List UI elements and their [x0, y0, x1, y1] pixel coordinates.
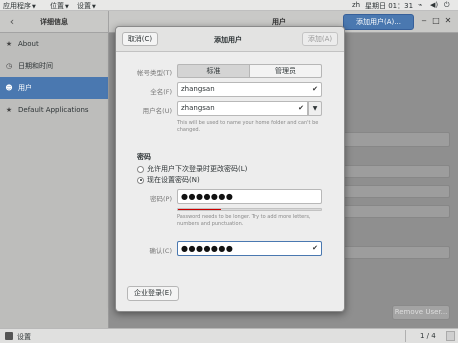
maximize-button[interactable]: □	[430, 15, 442, 27]
radio-label: 允许用户下次登录时更改密码(L)	[147, 165, 248, 173]
taskbar: 设置 1 / 4	[0, 328, 458, 343]
minimize-button[interactable]: ‒	[418, 15, 430, 27]
workspace-indicator[interactable]: 1 / 4	[420, 332, 436, 340]
password-label: 密码(P)	[150, 195, 172, 203]
background-field	[342, 246, 450, 259]
background-field	[342, 205, 450, 218]
sidebar-item-label: Default Applications	[18, 106, 89, 114]
dialog-title: 添加用户	[214, 36, 242, 44]
sidebar: ★ About ◷ 日期和时间 ☻ 用户 ★ Default Applicati…	[0, 33, 109, 328]
check-icon: ✔	[312, 244, 318, 252]
username-value: zhangsan	[181, 104, 215, 112]
check-icon: ✔	[298, 104, 304, 112]
close-icon: ✕	[444, 16, 452, 25]
workspace-switcher[interactable]	[446, 331, 455, 341]
users-icon: ☻	[5, 84, 13, 92]
password-hint: Password needs to be longer. Try to add …	[177, 214, 311, 227]
sidebar-header: ‹ 详细信息	[0, 11, 109, 33]
maximize-icon: □	[432, 16, 440, 25]
remove-user-button[interactable]: Remove User...	[392, 305, 450, 320]
radio-set-now[interactable]: 现在设置密码(N)	[137, 175, 200, 185]
input-method-indicator[interactable]: zh	[352, 1, 360, 9]
fullname-value: zhangsan	[181, 85, 215, 93]
radio-indicator	[137, 165, 144, 173]
account-type-standard[interactable]: 标准	[177, 64, 250, 78]
back-button[interactable]: ‹	[4, 15, 20, 29]
settings-menu-label: 设置	[77, 2, 91, 10]
taskbar-window-label[interactable]: 设置	[17, 332, 31, 342]
power-icon[interactable]: ⏻	[444, 1, 450, 10]
divider	[405, 330, 406, 342]
clock-icon: ◷	[5, 62, 13, 70]
account-type-admin[interactable]: 管理员	[249, 64, 322, 78]
chevron-left-icon: ‹	[9, 15, 15, 28]
star-icon: ★	[5, 40, 13, 48]
top-bar: 应用程序▼ 位置▼ 设置▼ zh 星期日 01：31 ⌁ ◀) ⏻	[0, 0, 458, 11]
radio-label: 现在设置密码(N)	[147, 176, 200, 184]
applications-menu-label: 应用程序	[3, 2, 31, 10]
sidebar-item-users[interactable]: ☻ 用户	[0, 77, 108, 99]
volume-icon[interactable]: ◀)	[430, 1, 438, 9]
sidebar-item-datetime[interactable]: ◷ 日期和时间	[0, 55, 108, 77]
minimize-icon: ‒	[421, 16, 427, 25]
add-user-dialog: 取消(C) 添加用户 添加(A) 帐号类型(T) 标准 管理员 全名(F) zh…	[115, 26, 345, 312]
applications-menu[interactable]: 应用程序▼	[3, 1, 36, 11]
radio-set-later[interactable]: 允许用户下次登录时更改密码(L)	[137, 164, 247, 174]
password-value: ●●●●●●●	[181, 192, 234, 201]
clock[interactable]: 星期日 01：31	[365, 1, 413, 11]
enterprise-login-button[interactable]: 企业登录(E)	[127, 286, 179, 301]
background-field	[342, 132, 450, 147]
sidebar-item-about[interactable]: ★ About	[0, 33, 108, 55]
sidebar-title: 详细信息	[40, 18, 68, 26]
radio-indicator	[137, 176, 144, 184]
confirm-label: 确认(C)	[149, 247, 172, 255]
username-combo-entry[interactable]: zhangsan ✔	[177, 101, 308, 116]
password-strength-bar	[177, 208, 322, 211]
username-label: 用户名(U)	[142, 107, 172, 115]
username-hint: This will be used to name your home fold…	[177, 120, 319, 133]
confirm-value: ●●●●●●●	[181, 244, 234, 253]
network-icon[interactable]: ⌁	[418, 1, 422, 9]
account-type-label: 帐号类型(T)	[136, 69, 172, 77]
add-button[interactable]: 添加(A)	[302, 32, 338, 46]
password-section-title: 密码	[137, 153, 151, 161]
settings-menu[interactable]: 设置▼	[77, 1, 96, 11]
add-user-button[interactable]: 添加用户(A)...	[343, 14, 414, 30]
confirm-password-field[interactable]: ●●●●●●● ✔	[177, 241, 322, 256]
fullname-field[interactable]: zhangsan ✔	[177, 82, 322, 97]
star-icon: ★	[5, 106, 13, 114]
chevron-down-icon: ▼	[312, 105, 318, 112]
sidebar-item-label: 日期和时间	[18, 62, 53, 70]
sidebar-item-label: About	[18, 40, 39, 48]
password-field[interactable]: ●●●●●●●	[177, 189, 322, 204]
dialog-header: 取消(C) 添加用户 添加(A)	[116, 27, 344, 52]
sidebar-item-default-apps[interactable]: ★ Default Applications	[0, 99, 108, 121]
chevron-down-icon: ▼	[65, 4, 69, 10]
background-field	[342, 165, 450, 178]
chevron-down-icon: ▼	[92, 4, 96, 10]
username-dropdown-button[interactable]: ▼	[308, 101, 322, 116]
check-icon: ✔	[312, 85, 318, 93]
background-field	[342, 185, 450, 198]
cancel-button[interactable]: 取消(C)	[122, 32, 158, 46]
password-strength-fill	[178, 209, 221, 210]
places-menu[interactable]: 位置▼	[50, 1, 69, 11]
sidebar-item-label: 用户	[18, 84, 32, 92]
places-menu-label: 位置	[50, 2, 64, 10]
fullname-label: 全名(F)	[150, 88, 172, 96]
chevron-down-icon: ▼	[32, 4, 36, 10]
settings-app-icon	[5, 332, 13, 340]
close-button[interactable]: ✕	[442, 15, 454, 27]
